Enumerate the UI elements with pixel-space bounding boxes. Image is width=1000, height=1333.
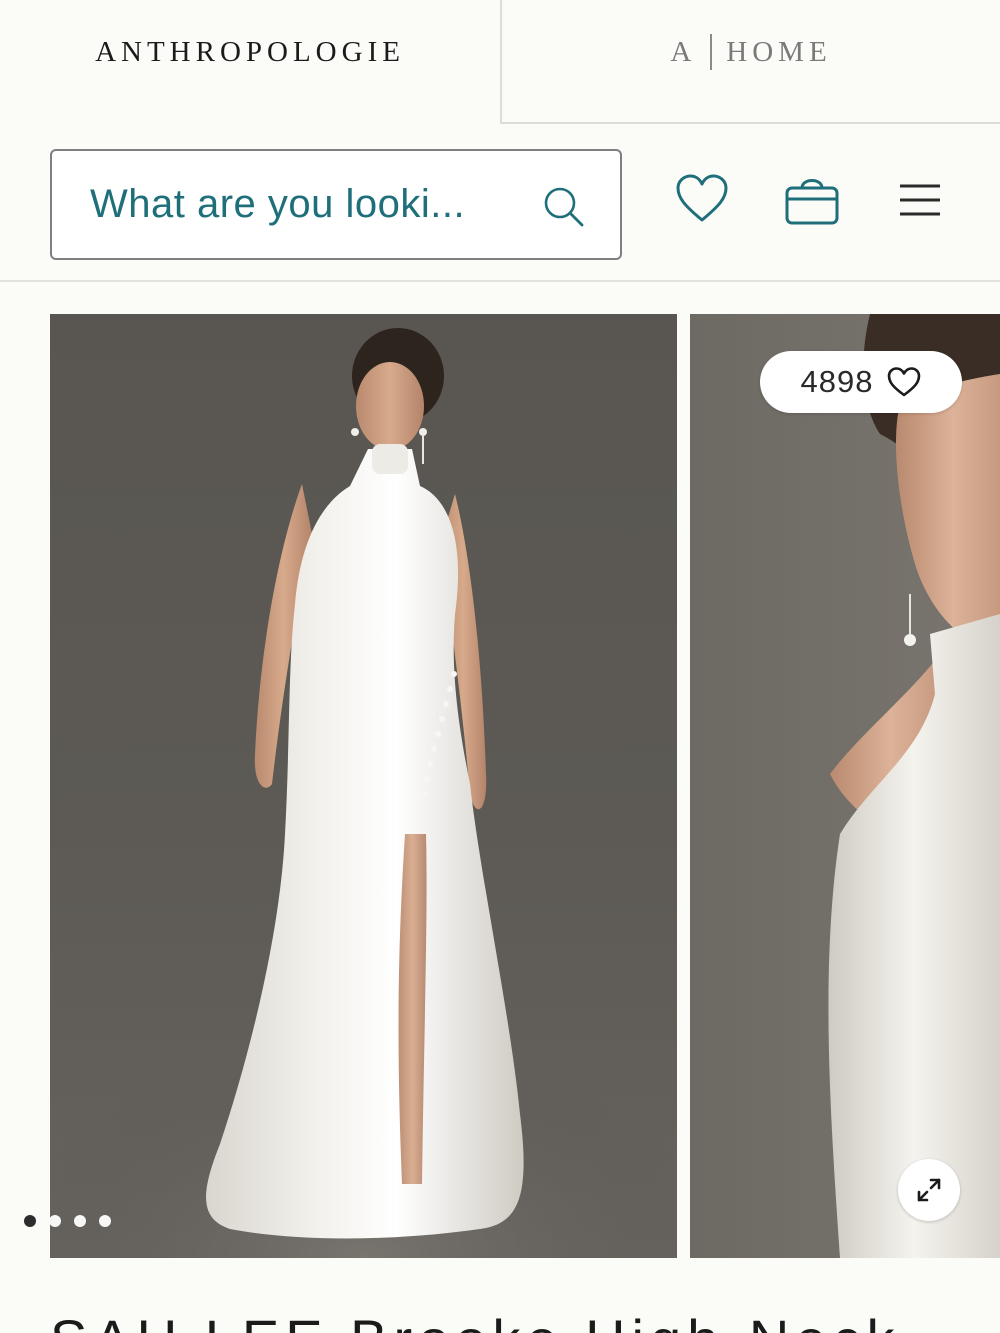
carousel-dot-2[interactable] bbox=[49, 1215, 61, 1227]
hamburger-menu-icon[interactable] bbox=[898, 182, 942, 218]
expand-icon bbox=[917, 1178, 941, 1202]
carousel-dots[interactable] bbox=[24, 1215, 111, 1227]
search-input[interactable] bbox=[90, 174, 510, 235]
a-home-logo[interactable]: A HOME bbox=[670, 34, 831, 70]
shopping-bag-icon[interactable] bbox=[784, 172, 840, 226]
home-logo-letter: A bbox=[670, 35, 697, 68]
home-logo-text: HOME bbox=[726, 35, 832, 68]
likes-badge[interactable]: 4898 bbox=[760, 351, 962, 413]
likes-count: 4898 bbox=[800, 364, 874, 399]
search-icon[interactable] bbox=[542, 185, 586, 229]
product-image-main[interactable] bbox=[50, 314, 677, 1258]
brand-tab-home[interactable]: A HOME bbox=[500, 0, 1000, 124]
product-title: SAU LEE Brooke High-Neck bbox=[50, 1300, 1000, 1333]
gown-illustration bbox=[50, 328, 677, 1258]
search-box[interactable] bbox=[50, 149, 622, 260]
expand-image-button[interactable] bbox=[898, 1159, 960, 1221]
anthropologie-logo[interactable]: ANTHROPOLOGIE bbox=[95, 36, 405, 69]
carousel-dot-1[interactable] bbox=[24, 1215, 36, 1227]
carousel-dot-4[interactable] bbox=[99, 1215, 111, 1227]
carousel-dot-3[interactable] bbox=[74, 1215, 86, 1227]
brand-tabs: ANTHROPOLOGIE A HOME bbox=[0, 0, 1000, 124]
home-logo-divider bbox=[710, 34, 713, 70]
portrait-illustration bbox=[828, 314, 1000, 1258]
heart-icon[interactable] bbox=[675, 174, 729, 224]
product-page: ANTHROPOLOGIE A HOME What are you looki.… bbox=[0, 0, 1000, 1333]
product-image-secondary[interactable] bbox=[690, 314, 1000, 1258]
heart-icon bbox=[888, 367, 921, 397]
header-bar bbox=[0, 124, 1000, 282]
brand-tab-anthropologie[interactable]: ANTHROPOLOGIE bbox=[0, 0, 500, 124]
product-image-gallery[interactable] bbox=[0, 314, 1000, 1258]
